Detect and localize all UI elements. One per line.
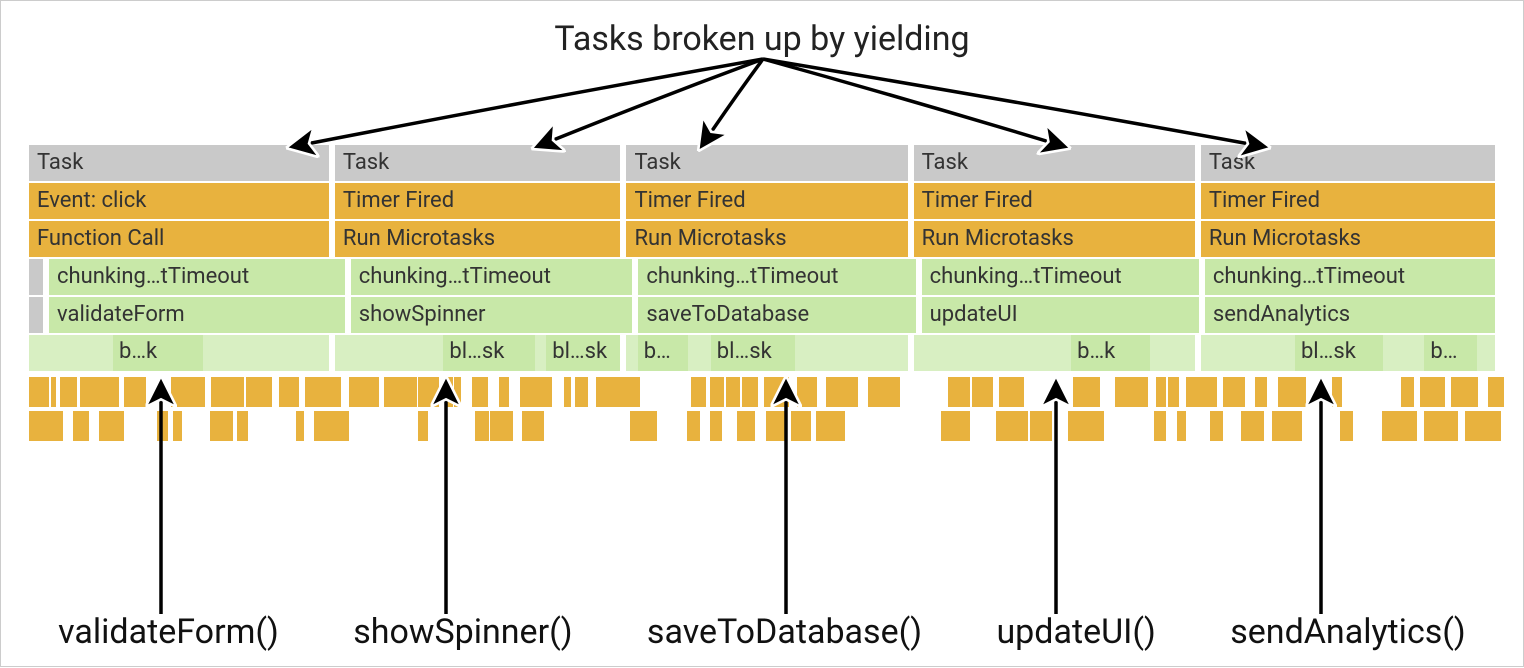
fragment-cell: bl…sk (443, 335, 534, 371)
row-task: TaskTaskTaskTaskTask (29, 145, 1495, 181)
fragment-cell: b… (638, 335, 689, 371)
fragment-group: bl…sk bl…sk (335, 335, 621, 371)
call-cell: Run Microtasks (335, 221, 621, 257)
fragment-cell: b…k (113, 335, 203, 371)
bottom-label: validateForm() (58, 612, 279, 652)
bottom-label: showSpinner() (353, 612, 572, 652)
call-cell: Run Microtasks (914, 221, 1195, 257)
fn-cell: saveToDatabase (638, 297, 915, 333)
fragment-group: b…k (29, 335, 329, 371)
fn-cell: updateUI (922, 297, 1199, 333)
chunk-cell: chunking…tTimeout (49, 259, 345, 295)
diagram-title: Tasks broken up by yielding (554, 19, 969, 59)
fragment-cell: bl…sk (1295, 335, 1383, 371)
flame-bars (29, 377, 1495, 473)
fragment-group: bl…sk b… (1201, 335, 1495, 371)
event-cell: Timer Fired (626, 183, 907, 219)
task-cell: Task (29, 145, 329, 181)
fn-cell: sendAnalytics (1205, 297, 1495, 333)
bottom-label: updateUI() (996, 612, 1155, 652)
task-cell: Task (626, 145, 907, 181)
call-cell: Run Microtasks (626, 221, 907, 257)
call-cell: Function Call (29, 221, 329, 257)
fragment-cell: bl…sk (546, 335, 620, 371)
event-cell: Timer Fired (1201, 183, 1495, 219)
call-cell: Run Microtasks (1201, 221, 1495, 257)
fn-cell: showSpinner (351, 297, 633, 333)
fragment-cell: bl…sk (711, 335, 795, 371)
fragment-group: b…k (914, 335, 1195, 371)
chunk-cell: chunking…tTimeout (1205, 259, 1495, 295)
task-cell: Task (335, 145, 621, 181)
chunk-cell: chunking…tTimeout (638, 259, 915, 295)
bottom-label: sendAnalytics() (1230, 612, 1466, 652)
event-cell: Timer Fired (335, 183, 621, 219)
bottom-label: saveToDatabase() (647, 612, 922, 652)
row-fn: validateFormshowSpinnersaveToDatabaseupd… (29, 297, 1495, 333)
chunk-cell: chunking…tTimeout (922, 259, 1199, 295)
chunk-cell: chunking…tTimeout (351, 259, 633, 295)
row-chunk: chunking…tTimeoutchunking…tTimeoutchunki… (29, 259, 1495, 295)
event-cell: Timer Fired (914, 183, 1195, 219)
perf-flame-chart: TaskTaskTaskTaskTask Event: clickTimer F… (29, 145, 1495, 473)
event-cell: Event: click (29, 183, 329, 219)
row-call: Function CallRun MicrotasksRun Microtask… (29, 221, 1495, 257)
row-event: Event: clickTimer FiredTimer FiredTimer … (29, 183, 1495, 219)
fn-cell: validateForm (49, 297, 345, 333)
bottom-labels: validateForm() showSpinner() saveToDatabas… (21, 612, 1503, 652)
row-fragments: b…k bl…sk bl…sk b… bl…sk b…k bl…sk b… (29, 335, 1495, 371)
fragment-group: b… bl…sk (626, 335, 907, 371)
fragment-cell: b…k (1071, 335, 1150, 371)
fragment-base (914, 335, 1195, 371)
task-cell: Task (914, 145, 1195, 181)
fragment-cell: b… (1424, 335, 1477, 371)
task-cell: Task (1201, 145, 1495, 181)
